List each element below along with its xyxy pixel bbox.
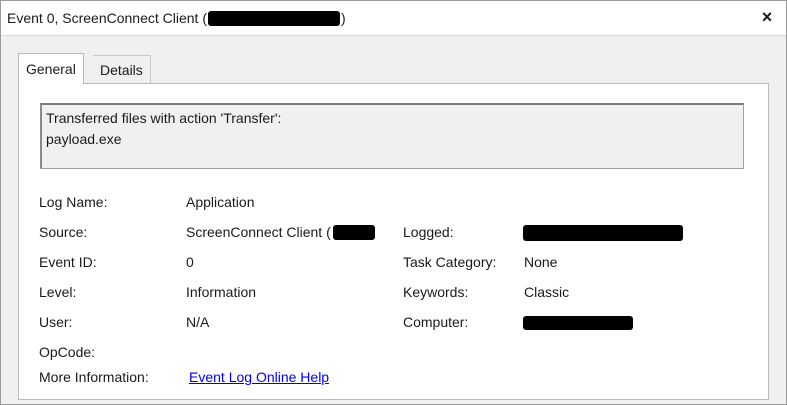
keywords-label: Keywords: xyxy=(403,284,469,300)
logged-redaction xyxy=(523,225,683,242)
computer-redaction xyxy=(523,316,633,331)
source-value: ScreenConnect Client ( xyxy=(186,223,375,242)
window-title: Event 0, ScreenConnect Client () xyxy=(7,10,346,28)
more-information-label: More Information: xyxy=(39,369,149,385)
tab-general[interactable]: General xyxy=(18,53,84,84)
computer-value xyxy=(523,313,633,331)
close-icon[interactable]: × xyxy=(758,7,776,27)
log-name-value: Application xyxy=(186,194,255,210)
window-title-prefix: Event 0, ScreenConnect Client ( xyxy=(7,10,207,26)
source-redaction xyxy=(332,224,375,240)
user-label: User: xyxy=(39,314,73,330)
description-line-2: payload.exe xyxy=(46,131,122,147)
title-redaction xyxy=(208,10,340,26)
level-value: Information xyxy=(186,284,257,300)
source-value-text: ScreenConnect Client ( xyxy=(186,224,331,240)
task-category-value: None xyxy=(524,254,558,270)
event-id-value: 0 xyxy=(186,254,194,270)
window-title-suffix: ) xyxy=(341,10,346,26)
dialog-pane: General Details Transferred files with a… xyxy=(1,36,786,404)
event-log-online-help-link[interactable]: Event Log Online Help xyxy=(189,368,329,386)
tab-details[interactable]: Details xyxy=(93,55,151,83)
description-line-1: Transferred files with action 'Transfer'… xyxy=(46,110,282,126)
logged-value xyxy=(523,223,683,242)
event-id-label: Event ID: xyxy=(39,254,97,270)
level-label: Level: xyxy=(39,284,77,300)
general-tab-panel: Transferred files with action 'Transfer'… xyxy=(18,83,769,400)
logged-label: Logged: xyxy=(403,224,454,240)
keywords-value: Classic xyxy=(524,284,570,300)
event-properties-window: Event 0, ScreenConnect Client () × Gener… xyxy=(0,0,787,405)
computer-label: Computer: xyxy=(403,314,469,330)
opcode-label: OpCode: xyxy=(39,344,96,360)
title-bar[interactable]: Event 0, ScreenConnect Client () × xyxy=(1,1,786,36)
event-description-box[interactable]: Transferred files with action 'Transfer'… xyxy=(40,103,744,169)
log-name-label: Log Name: xyxy=(39,194,108,210)
task-category-label: Task Category: xyxy=(403,254,497,270)
user-value: N/A xyxy=(186,314,210,330)
source-label: Source: xyxy=(39,224,88,240)
